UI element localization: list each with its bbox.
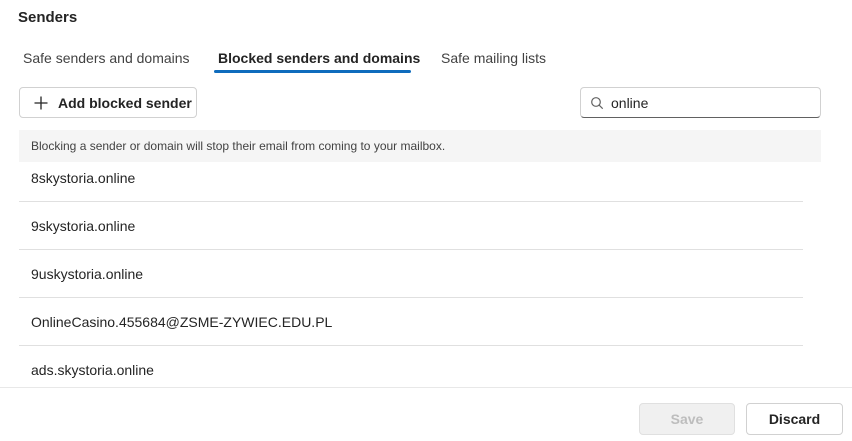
blocked-senders-list: 8skystoria.online 9skystoria.online 9usk… (19, 162, 803, 394)
plus-icon (33, 95, 49, 111)
search-icon (590, 96, 604, 110)
search-input[interactable] (611, 94, 811, 111)
list-item[interactable]: 9uskystoria.online (19, 250, 803, 298)
list-item[interactable]: 8skystoria.online (19, 162, 803, 202)
discard-button[interactable]: Discard (746, 403, 843, 435)
add-blocked-sender-button[interactable]: Add blocked sender (19, 87, 197, 118)
search-box[interactable] (580, 87, 821, 118)
save-button[interactable]: Save (639, 403, 735, 435)
list-item-label: 9uskystoria.online (31, 266, 144, 282)
add-blocked-sender-label: Add blocked sender (58, 94, 192, 111)
list-item[interactable]: 9skystoria.online (19, 202, 803, 250)
footer-divider (0, 387, 852, 388)
tab-safe-mailing-lists[interactable]: Safe mailing lists (441, 46, 546, 74)
tab-list: Safe senders and domains Blocked senders… (0, 46, 852, 76)
list-item-label: 9skystoria.online (31, 218, 136, 234)
active-tab-indicator (214, 70, 411, 73)
list-item-label: OnlineCasino.455684@ZSME-ZYWIEC.EDU.PL (31, 314, 333, 330)
list-item[interactable]: OnlineCasino.455684@ZSME-ZYWIEC.EDU.PL (19, 298, 803, 346)
tab-safe-senders[interactable]: Safe senders and domains (23, 46, 190, 74)
list-item-label: 8skystoria.online (31, 170, 136, 186)
list-item-label: ads.skystoria.online (31, 362, 154, 378)
info-message: Blocking a sender or domain will stop th… (19, 130, 821, 162)
section-title: Senders (18, 9, 78, 26)
